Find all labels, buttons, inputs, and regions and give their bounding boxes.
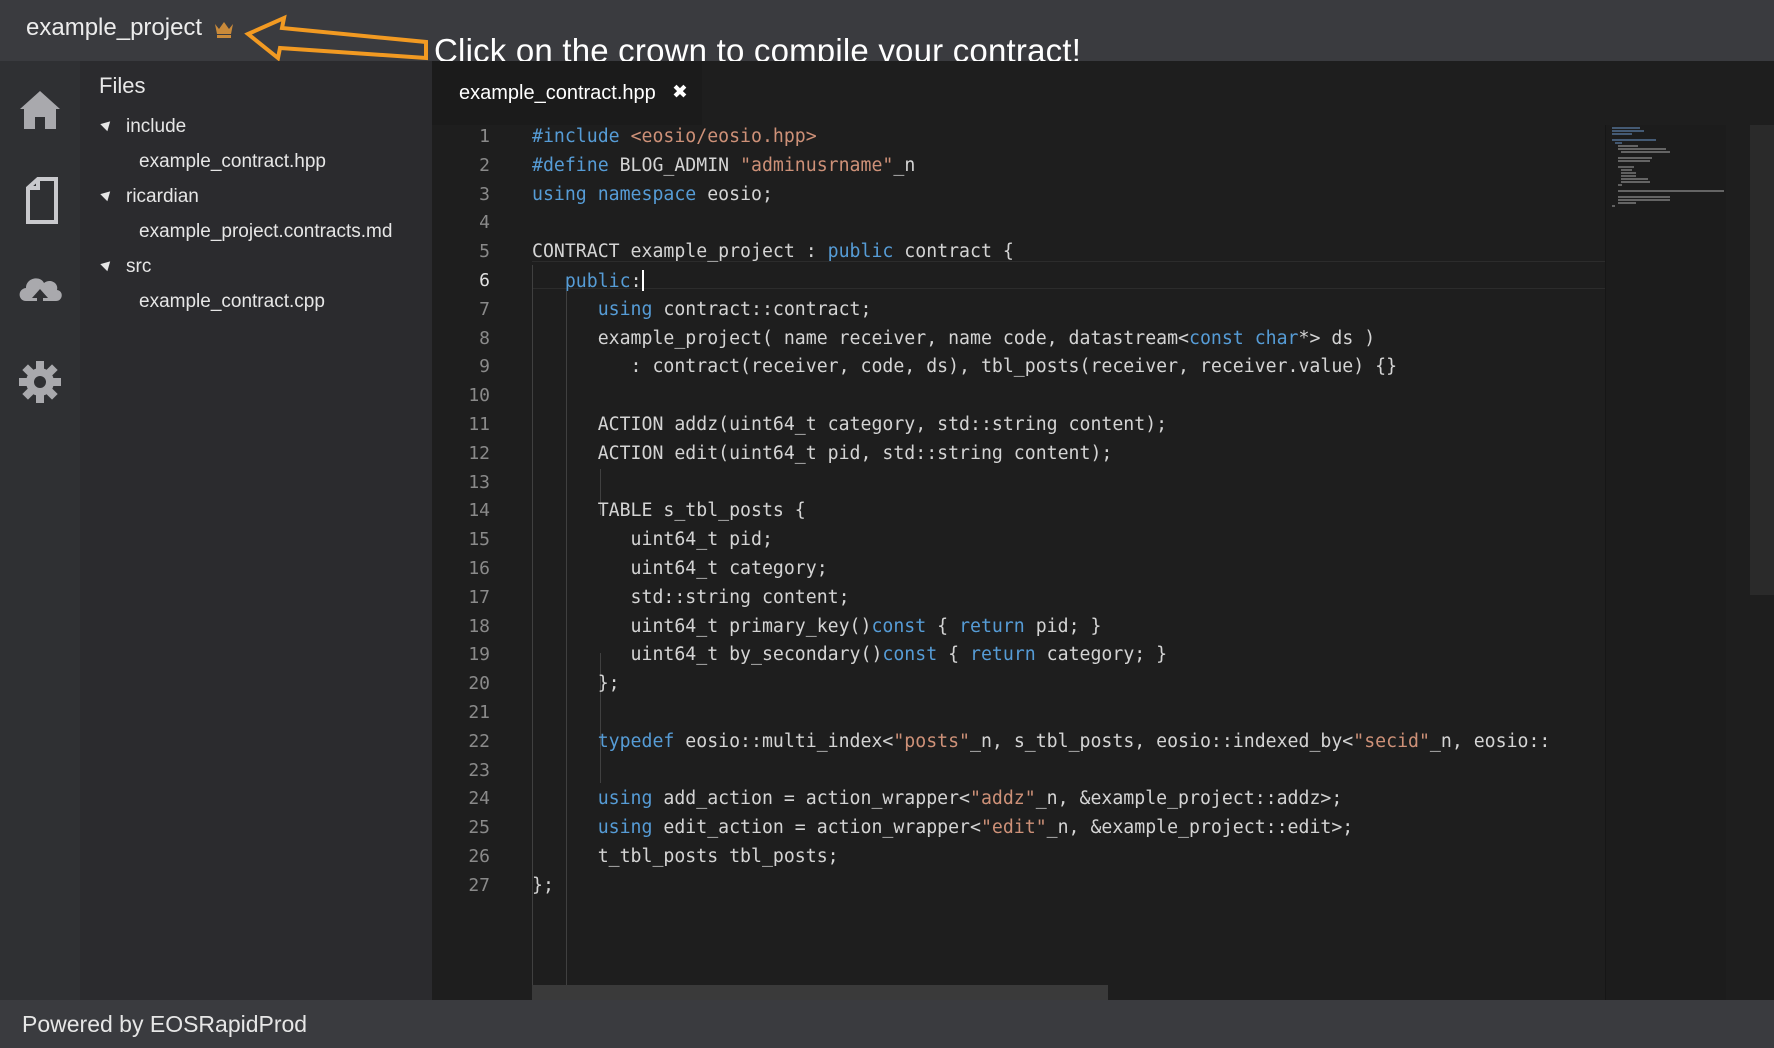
folder-label: src	[126, 256, 152, 277]
home-icon[interactable]	[16, 85, 64, 133]
folder-src[interactable]: src	[100, 256, 152, 278]
code-line[interactable]: ACTION edit(uint64_t pid, std::string co…	[532, 443, 1113, 464]
code-line[interactable]: t_tbl_posts tbl_posts;	[532, 846, 839, 867]
line-number: 10	[468, 385, 490, 407]
code-line[interactable]: std::string content;	[532, 587, 850, 608]
pointer-arrow-icon	[244, 14, 428, 62]
line-number: 24	[468, 788, 490, 810]
line-number: 6	[479, 270, 490, 291]
code-line[interactable]: uint64_t category;	[532, 558, 828, 579]
expand-triangle-icon	[100, 187, 114, 202]
footer-text: Powered by EOSRapidProd	[22, 1011, 308, 1037]
line-number: 1	[479, 126, 490, 147]
code-line[interactable]: uint64_t primary_key()const { return pid…	[532, 616, 1102, 637]
line-number: 3	[479, 183, 490, 205]
code-line[interactable]: #include <eosio/eosio.hpp>	[532, 126, 817, 147]
line-number: 2	[479, 154, 490, 176]
text-cursor	[641, 270, 644, 291]
expand-triangle-icon	[100, 117, 114, 132]
minimap[interactable]	[1605, 125, 1726, 1000]
line-number: 8	[479, 327, 490, 349]
file-label: example_contract.cpp	[139, 291, 325, 312]
code-line[interactable]: TABLE s_tbl_posts {	[532, 500, 806, 521]
folder-ricardian[interactable]: ricardian	[100, 186, 199, 208]
line-number: 5	[479, 241, 490, 263]
line-number: 23	[468, 759, 490, 781]
crown-icon[interactable]	[214, 20, 234, 38]
code-editor[interactable]: 1 2 3 4 5 6 7 8 9 10 11 12 13 14 15 16 17 18 19 20 21 22 23 24 2…	[432, 125, 1774, 1000]
project-title: example_project	[26, 14, 203, 41]
tab-strip: example_contract.hpp ✖	[432, 61, 1774, 125]
folder-label: ricardian	[126, 186, 199, 207]
line-number: 20	[468, 673, 490, 695]
code-line[interactable]: using edit_action = action_wrapper<"edit…	[532, 817, 1354, 838]
code-line[interactable]: : contract(receiver, code, ds), tbl_post…	[532, 356, 1398, 377]
file-label: example_contract.hpp	[139, 151, 326, 172]
code-line[interactable]: ACTION addz(uint64_t category, std::stri…	[532, 414, 1167, 435]
code-line[interactable]: example_project( name receiver, name cod…	[532, 328, 1375, 349]
line-number: 12	[468, 442, 490, 464]
expand-triangle-icon	[100, 257, 114, 272]
code-line[interactable]: };	[532, 875, 554, 896]
line-number: 9	[479, 356, 490, 378]
tab-example-contract-hpp[interactable]: example_contract.hpp ✖	[432, 61, 702, 125]
code-line[interactable]: public:	[532, 270, 644, 292]
file-item[interactable]: example_contract.cpp	[139, 291, 325, 313]
line-number: 19	[468, 644, 490, 666]
line-number: 18	[468, 615, 490, 637]
file-icon[interactable]	[16, 176, 64, 224]
line-number: 22	[468, 730, 490, 752]
files-heading: Files	[99, 73, 146, 98]
line-number: 16	[468, 558, 490, 579]
code-line[interactable]: uint64_t pid;	[532, 529, 773, 550]
file-label: example_project.contracts.md	[139, 221, 393, 242]
line-number: 14	[468, 500, 490, 522]
code-line[interactable]: using namespace eosio;	[532, 184, 773, 205]
line-number: 26	[468, 846, 490, 867]
line-number: 13	[468, 471, 490, 493]
tab-label: example_contract.hpp	[459, 82, 656, 104]
line-number: 11	[468, 414, 490, 435]
icon-rail	[0, 61, 80, 1000]
close-icon[interactable]: ✖	[672, 81, 688, 104]
gear-icon[interactable]	[16, 358, 64, 406]
line-number: 15	[468, 529, 490, 551]
line-number: 21	[468, 702, 490, 723]
code-line[interactable]: using add_action = action_wrapper<"addz"…	[532, 788, 1343, 809]
code-line[interactable]: CONTRACT example_project : public contra…	[532, 241, 1014, 262]
code-line[interactable]: };	[532, 673, 620, 694]
line-number: 4	[479, 212, 490, 234]
line-number-gutter: 1 2 3 4 5 6 7 8 9 10 11 12 13 14 15 16 17 18 19 20 21 22 23 24 2…	[432, 125, 500, 1000]
top-bar: example_project Click on the crown to co…	[0, 0, 1774, 69]
code-line[interactable]: #define BLOG_ADMIN "adminusrname"_n	[532, 155, 915, 176]
line-number: 7	[479, 298, 490, 320]
file-tree: Files include example_contract.hpp ricar…	[80, 61, 432, 1000]
folder-include[interactable]: include	[100, 116, 187, 138]
cloud-upload-icon[interactable]	[16, 267, 64, 315]
vertical-scrollbar[interactable]	[1750, 125, 1774, 595]
code-line[interactable]: uint64_t by_secondary()const { return ca…	[532, 644, 1168, 665]
line-number: 25	[468, 817, 490, 839]
line-number: 17	[468, 586, 490, 608]
folder-label: include	[126, 116, 187, 137]
file-item[interactable]: example_project.contracts.md	[139, 221, 392, 243]
code-line[interactable]: using contract::contract;	[532, 299, 872, 320]
code-area[interactable]: #include <eosio/eosio.hpp> #define BLOG_A…	[532, 125, 1637, 1000]
footer: Powered by EOSRapidProd	[0, 1000, 1774, 1048]
horizontal-scrollbar[interactable]	[532, 985, 1108, 1000]
line-number: 27	[468, 874, 490, 896]
code-line[interactable]: typedef eosio::multi_index<"posts"_n, s_…	[532, 731, 1551, 752]
file-item[interactable]: example_contract.hpp	[139, 151, 326, 173]
